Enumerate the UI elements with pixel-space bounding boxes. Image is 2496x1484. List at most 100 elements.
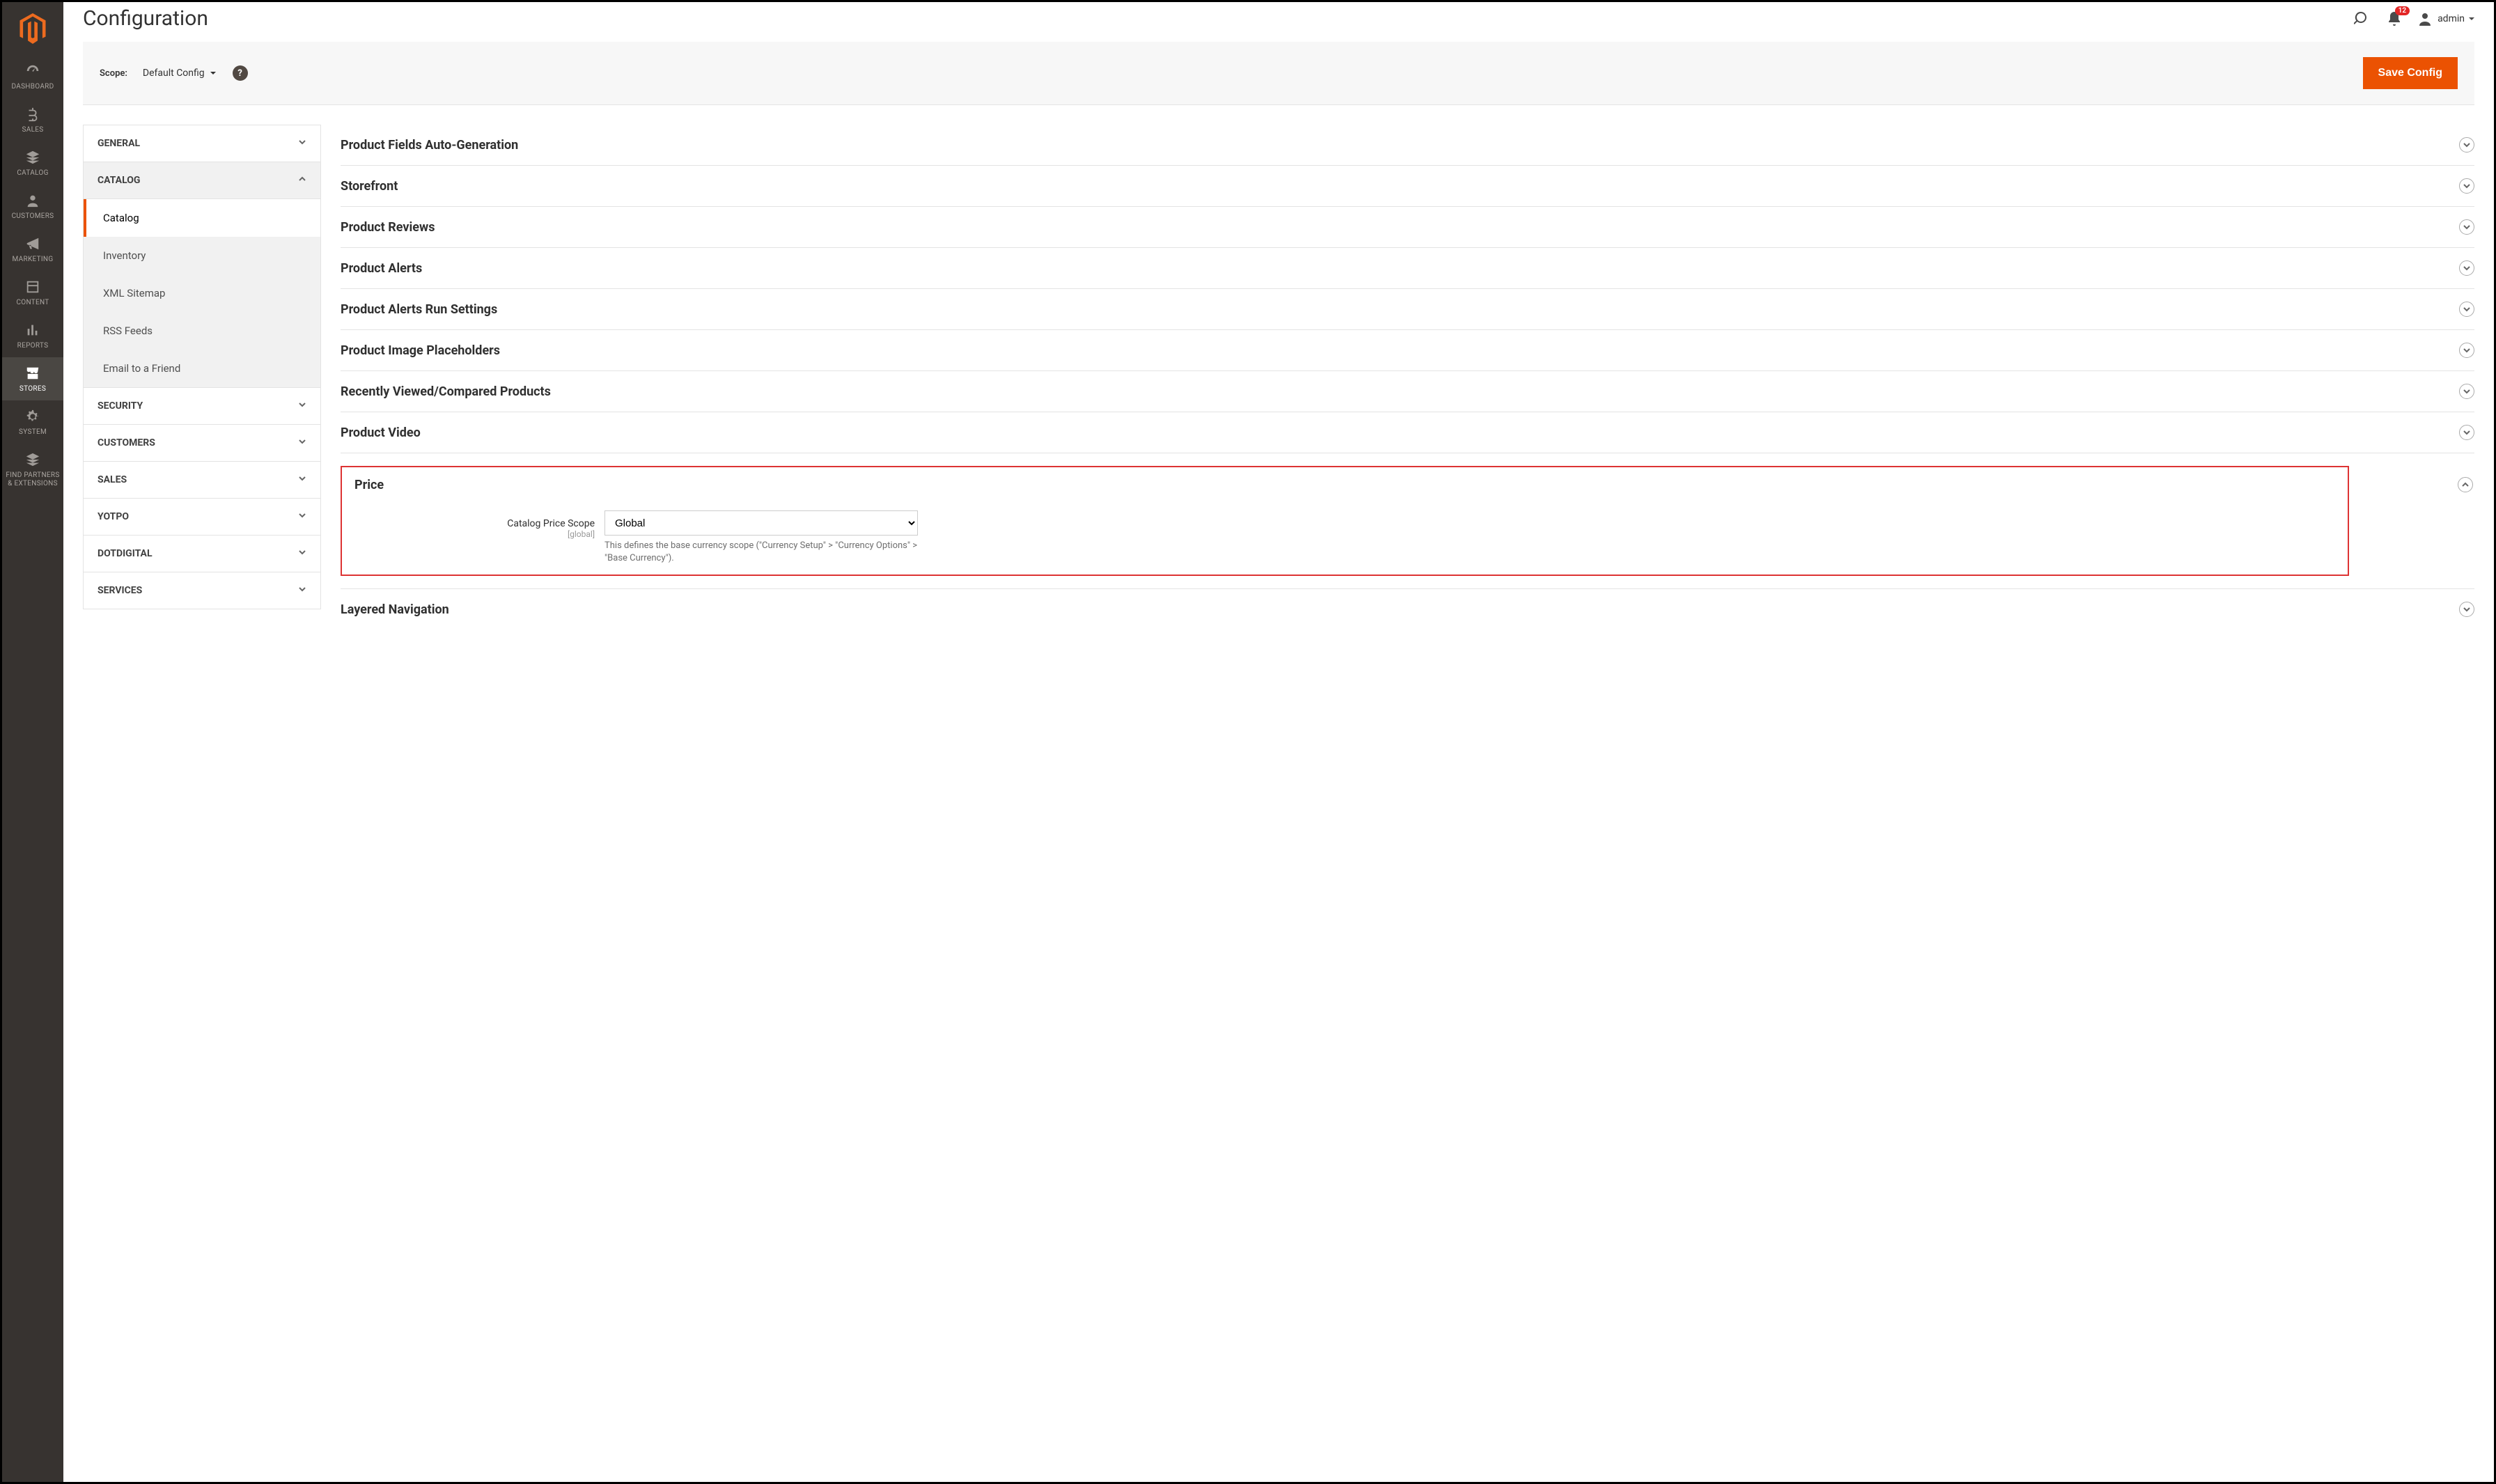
tab-label: YOTPO [98, 511, 129, 522]
tab-general[interactable]: GENERAL [84, 125, 320, 162]
tab-services[interactable]: SERVICES [84, 572, 320, 609]
config-tabs: GENERAL CATALOG Catalog Inventory XML Si… [83, 125, 321, 609]
section-header[interactable]: Product Alerts Run Settings [341, 302, 2474, 317]
section-title: Product Alerts [341, 261, 422, 276]
content: GENERAL CATALOG Catalog Inventory XML Si… [63, 105, 2494, 630]
section-header[interactable]: Recently Viewed/Compared Products [341, 384, 2474, 399]
section-title: Recently Viewed/Compared Products [341, 384, 551, 399]
subtab-email-friend[interactable]: Email to a Friend [84, 350, 320, 387]
section-header[interactable]: Storefront [341, 178, 2474, 194]
sidebar-item-sales[interactable]: SALES [2, 98, 63, 141]
section-header[interactable]: Product Fields Auto-Generation [341, 137, 2474, 153]
section-header[interactable]: Product Reviews [341, 219, 2474, 235]
chevron-down-icon [298, 585, 306, 596]
config-sections: Product Fields Auto-Generation Storefron… [341, 125, 2474, 630]
section-title: Product Alerts Run Settings [341, 302, 497, 317]
expand-icon [2459, 260, 2474, 276]
scope-bar: Scope: Default Config ? Save Config [83, 42, 2474, 105]
chevron-down-icon [298, 474, 306, 485]
scope-value: Default Config [143, 68, 205, 79]
section-title: Product Reviews [341, 220, 435, 235]
sidebar-item-content[interactable]: CONTENT [2, 271, 63, 314]
sidebar-label: CUSTOMERS [12, 212, 54, 221]
sidebar-label: REPORTS [17, 342, 49, 350]
catalog-price-scope-select[interactable]: Global [604, 510, 918, 536]
field-catalog-price-scope: Catalog Price Scope [global] Global This… [354, 510, 2348, 565]
tab-label: CATALOG [98, 175, 140, 186]
section-storefront: Storefront [341, 166, 2474, 207]
expand-icon [2459, 425, 2474, 440]
sidebar-label: CATALOG [17, 169, 48, 178]
section-header[interactable]: Product Video [341, 425, 2474, 440]
subtab-catalog[interactable]: Catalog [84, 199, 320, 237]
sidebar-item-system[interactable]: SYSTEM [2, 400, 63, 444]
notifications-icon[interactable]: 12 [2385, 9, 2404, 29]
field-note: This defines the base currency scope ("C… [604, 540, 918, 565]
sidebar-label: DASHBOARD [11, 83, 54, 91]
subtab-xml-sitemap[interactable]: XML Sitemap [84, 274, 320, 312]
sidebar-item-stores[interactable]: STORES [2, 357, 63, 400]
section-body: Catalog Price Scope [global] Global This… [354, 510, 2348, 565]
sidebar-item-marketing[interactable]: MARKETING [2, 228, 63, 271]
section-recently-viewed: Recently Viewed/Compared Products [341, 371, 2474, 412]
help-icon[interactable]: ? [233, 65, 248, 81]
sidebar-item-customers[interactable]: CUSTOMERS [2, 185, 63, 228]
tab-customers[interactable]: CUSTOMERS [84, 425, 320, 462]
search-icon[interactable] [2353, 9, 2372, 29]
tab-label: SALES [98, 474, 127, 485]
chevron-up-icon [298, 175, 306, 186]
sidebar-label: MARKETING [13, 256, 54, 264]
section-title: Layered Navigation [341, 602, 449, 617]
subtab-rss-feeds[interactable]: RSS Feeds [84, 312, 320, 350]
section-product-video: Product Video [341, 412, 2474, 453]
expand-icon [2459, 137, 2474, 153]
section-title: Product Fields Auto-Generation [341, 138, 518, 153]
tab-security[interactable]: SECURITY [84, 388, 320, 425]
tab-catalog[interactable]: CATALOG [84, 162, 320, 199]
chevron-down-icon [298, 511, 306, 522]
page-header: Configuration 12 admin [63, 2, 2494, 31]
tab-dotdigital[interactable]: DOTDIGITAL [84, 536, 320, 572]
sidebar-item-dashboard[interactable]: DASHBOARD [2, 55, 63, 98]
section-header[interactable]: Price [354, 477, 2473, 492]
sidebar-label: SALES [22, 126, 44, 134]
notifications-badge: 12 [2395, 6, 2410, 15]
tab-sales[interactable]: SALES [84, 462, 320, 499]
tab-label: SERVICES [98, 585, 142, 596]
section-image-placeholders: Product Image Placeholders [341, 330, 2474, 371]
tab-catalog-sub: Catalog Inventory XML Sitemap RSS Feeds … [84, 199, 320, 388]
sidebar-item-partners[interactable]: FIND PARTNERS & EXTENSIONS [2, 444, 63, 495]
save-config-button[interactable]: Save Config [2363, 57, 2458, 89]
section-product-reviews: Product Reviews [341, 207, 2474, 248]
section-header[interactable]: Product Alerts [341, 260, 2474, 276]
section-title: Product Video [341, 425, 421, 440]
section-title: Product Image Placeholders [341, 343, 500, 358]
sidebar-item-reports[interactable]: REPORTS [2, 314, 63, 357]
user-menu[interactable]: admin [2417, 10, 2474, 27]
expand-icon [2459, 343, 2474, 358]
magento-logo[interactable] [16, 12, 49, 45]
tab-label: SECURITY [98, 400, 143, 412]
price-highlight: Price Catalog Price Scope [global] Globa [341, 466, 2349, 576]
section-title: Price [354, 478, 384, 492]
chevron-down-icon [2469, 17, 2474, 23]
chevron-down-icon [298, 400, 306, 412]
section-product-fields-auto: Product Fields Auto-Generation [341, 125, 2474, 166]
section-header[interactable]: Layered Navigation [341, 602, 2474, 617]
expand-icon [2459, 178, 2474, 194]
section-header[interactable]: Product Image Placeholders [341, 343, 2474, 358]
tab-label: GENERAL [98, 138, 140, 149]
chevron-down-icon [298, 138, 306, 149]
user-label: admin [2438, 13, 2465, 24]
sidebar-label: STORES [20, 385, 46, 393]
tab-yotpo[interactable]: YOTPO [84, 499, 320, 536]
sidebar-label: FIND PARTNERS & EXTENSIONS [6, 471, 59, 488]
user-icon [2417, 10, 2433, 27]
scope-label: Scope: [100, 68, 127, 79]
field-scope: [global] [354, 529, 595, 539]
sidebar-item-catalog[interactable]: CATALOG [2, 141, 63, 185]
chevron-down-icon [298, 437, 306, 448]
subtab-inventory[interactable]: Inventory [84, 237, 320, 274]
scope-select[interactable]: Default Config [143, 68, 216, 79]
chevron-down-icon [298, 548, 306, 559]
